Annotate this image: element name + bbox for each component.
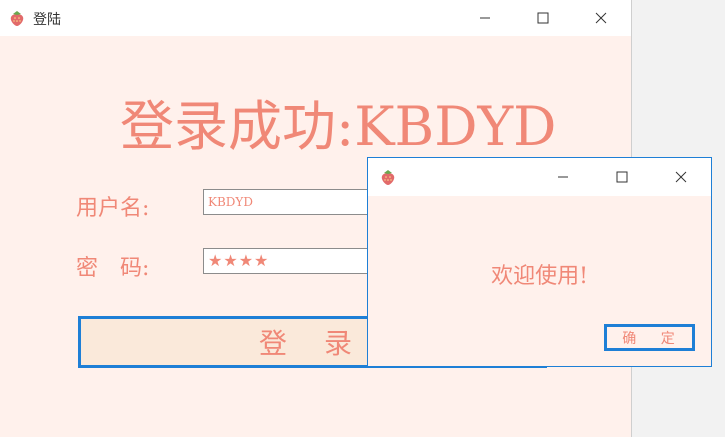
strawberry-icon [8, 9, 26, 27]
maximize-icon [616, 171, 628, 183]
close-button[interactable] [572, 0, 630, 36]
dialog-minimize-button[interactable] [534, 158, 592, 196]
title-bar[interactable]: 登陆 [0, 0, 631, 36]
strawberry-icon [379, 168, 397, 186]
password-label: 密 码: [76, 256, 150, 281]
window-title: 登陆 [33, 12, 61, 28]
maximize-button[interactable] [514, 0, 572, 36]
minimize-icon [480, 17, 490, 19]
close-icon [595, 12, 607, 24]
dialog-title-bar[interactable] [368, 158, 711, 196]
maximize-icon [537, 12, 549, 24]
welcome-dialog: 欢迎使用! 确 定 [367, 157, 712, 367]
dialog-close-button[interactable] [652, 158, 710, 196]
welcome-message: 欢迎使用! [491, 264, 588, 289]
dialog-maximize-button[interactable] [593, 158, 651, 196]
login-success-heading: 登录成功:KBDYD [120, 95, 557, 158]
minimize-icon [558, 176, 568, 178]
ok-button[interactable]: 确 定 [604, 324, 695, 351]
username-label: 用户名: [76, 196, 150, 221]
minimize-button[interactable] [456, 0, 514, 36]
close-icon [675, 171, 687, 183]
